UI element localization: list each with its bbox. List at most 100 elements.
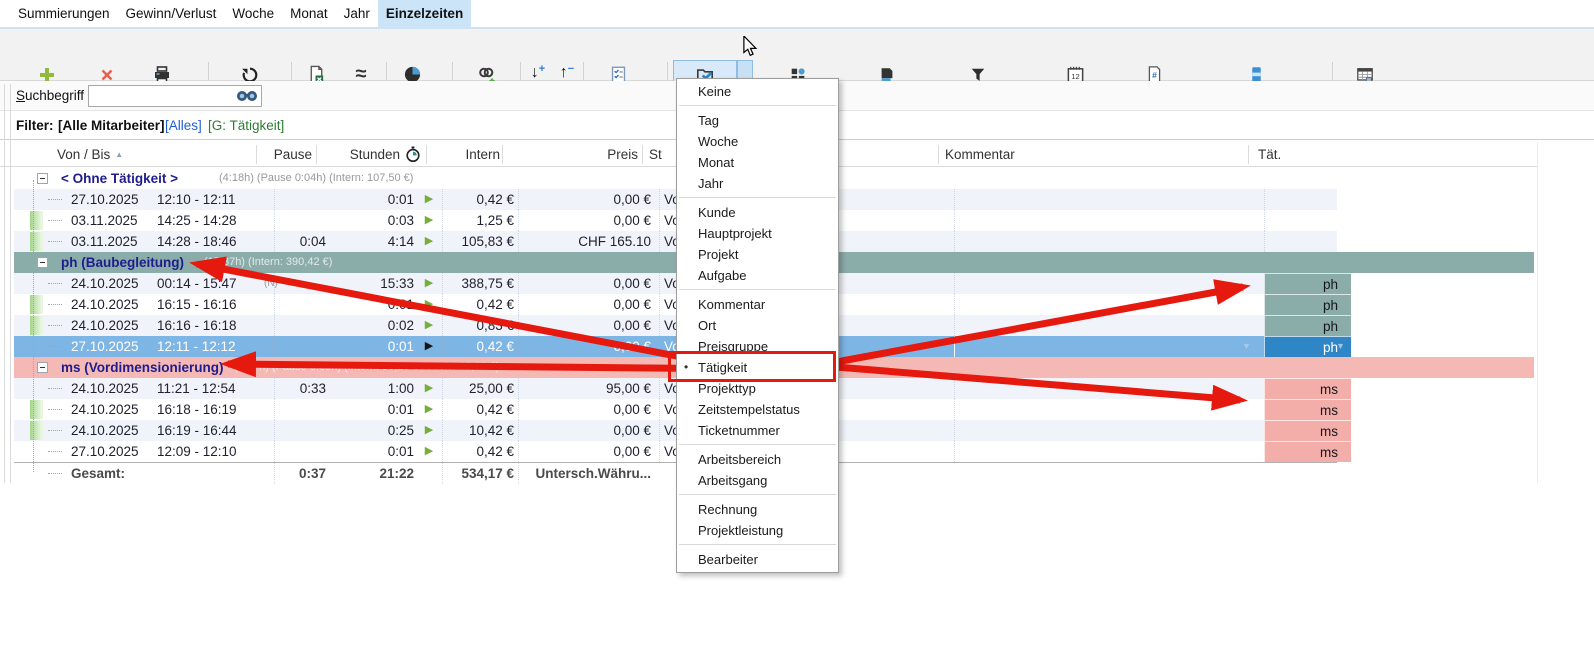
taet-dropdown-icon[interactable]: ▼ xyxy=(1336,336,1345,357)
svg-text:12: 12 xyxy=(1071,72,1079,81)
menu-item-ticketnummer[interactable]: Ticketnummer xyxy=(677,420,838,441)
menu-separator xyxy=(679,444,836,445)
cell-taet xyxy=(1264,189,1351,210)
menu-item-taetigkeit[interactable]: •Tätigkeit xyxy=(677,357,838,378)
menu-item-keine[interactable]: Keine xyxy=(677,81,838,102)
menu-item-arbeitsbereich[interactable]: Arbeitsbereich xyxy=(677,449,838,470)
panel-edge-line xyxy=(4,84,5,483)
group-summary: (4:18h) (Pause 0:04h) (Intern: 107,50 €) xyxy=(219,168,413,189)
menu-item-monat[interactable]: Monat xyxy=(677,152,838,173)
menu-einzelzeiten[interactable]: Einzelzeiten xyxy=(378,0,471,27)
col-kommentar[interactable]: Kommentar xyxy=(945,142,1015,167)
play-icon: ▶ xyxy=(420,189,438,210)
cell-taet xyxy=(1264,231,1351,252)
menu-item-bearbeiter[interactable]: Bearbeiter xyxy=(677,549,838,570)
cell-stunden: 0:01 xyxy=(332,336,414,357)
cell-stunden: 15:33 xyxy=(332,273,414,294)
cell-intern: 0,42 € xyxy=(442,399,518,420)
menu-item-kunde[interactable]: Kunde xyxy=(677,202,838,223)
cell-kommentar xyxy=(954,189,1264,210)
sort-asc-icon: ▲ xyxy=(115,150,123,159)
menu-item-projekt[interactable]: Projekt xyxy=(677,244,838,265)
cell-preis: 0,00 € xyxy=(518,294,652,315)
cell-time: 16:16 - 16:18 xyxy=(157,315,237,336)
group-summary: (15:37h) (Intern: 390,42 €) xyxy=(204,252,332,273)
cell-intern: 388,75 € xyxy=(442,273,518,294)
cell-preis: CHF 165.10 xyxy=(518,231,652,252)
cell-time: 11:21 - 12:54 xyxy=(157,378,236,399)
cell-time: 00:14 - 15:47 xyxy=(157,273,237,294)
collapse-icon[interactable] xyxy=(37,362,48,373)
cell-pause xyxy=(274,189,326,210)
cell-preis: 0,00 € xyxy=(518,336,652,357)
menu-item-kommentar[interactable]: Kommentar xyxy=(677,294,838,315)
filter-employee[interactable]: [Alle Mitarbeiter] xyxy=(58,118,165,133)
cell-intern: 105,83 € xyxy=(442,231,518,252)
sync-indicator xyxy=(30,400,43,419)
cell-pause xyxy=(274,336,326,357)
menu-item-jahr[interactable]: Jahr xyxy=(677,173,838,194)
cell-stunden: 4:14 xyxy=(332,231,414,252)
menu-item-tag[interactable]: Tag xyxy=(677,110,838,131)
cell-preis: 0,00 € xyxy=(518,420,652,441)
menu-woche[interactable]: Woche xyxy=(224,0,282,27)
menu-item-arbeitsgang[interactable]: Arbeitsgang xyxy=(677,470,838,491)
menu-item-woche[interactable]: Woche xyxy=(677,131,838,152)
cell-pause xyxy=(274,210,326,231)
stopwatch-icon xyxy=(405,146,421,166)
menu-gewinn-verlust[interactable]: Gewinn/Verlust xyxy=(118,0,225,27)
col-von-bis[interactable]: Von / Bis▲ xyxy=(57,142,123,167)
filter-grouping[interactable]: [G: Tätigkeit] xyxy=(208,118,284,133)
filter-label: Filter: xyxy=(16,118,54,133)
cell-preis: 0,00 € xyxy=(518,273,652,294)
cell-kommentar xyxy=(954,336,1264,357)
cell-intern: 0,42 € xyxy=(442,336,518,357)
menu-monat[interactable]: Monat xyxy=(282,0,336,27)
collapse-icon[interactable] xyxy=(37,257,48,268)
cell-time: 14:28 - 18:46 xyxy=(157,231,237,252)
play-icon: ▶ xyxy=(420,210,438,231)
header-separator xyxy=(502,145,503,164)
group-title: ph (Baubegleitung) xyxy=(61,252,184,273)
menu-item-hauptprojekt[interactable]: Hauptprojekt xyxy=(677,223,838,244)
col-taet[interactable]: Tät. xyxy=(1258,142,1281,167)
menu-item-ort[interactable]: Ort xyxy=(677,315,838,336)
total-stunden: 21:22 xyxy=(332,463,414,484)
binoculars-icon[interactable] xyxy=(236,89,258,106)
cell-date: 24.10.2025 xyxy=(71,315,155,336)
table-edge-line xyxy=(1537,142,1538,483)
header-separator xyxy=(316,145,317,164)
menu-separator xyxy=(679,105,836,106)
cell-kommentar xyxy=(954,315,1264,336)
menu-item-projekttyp[interactable]: Projekttyp xyxy=(677,378,838,399)
col-stunden[interactable]: Stunden xyxy=(318,142,400,167)
cell-kommentar xyxy=(954,210,1264,231)
col-pause[interactable]: Pause xyxy=(260,142,312,167)
filter-scope[interactable]: [Alles] xyxy=(165,118,202,133)
menu-jahr[interactable]: Jahr xyxy=(336,0,378,27)
collapse-icon[interactable] xyxy=(37,173,48,184)
cell-time: 12:10 - 12:11 xyxy=(157,189,236,210)
cell-pause xyxy=(274,315,326,336)
menu-item-rechnung[interactable]: Rechnung xyxy=(677,499,838,520)
col-preis[interactable]: Preis xyxy=(504,142,638,167)
menu-item-projektleistung[interactable]: Projektleistung xyxy=(677,520,838,541)
header-separator xyxy=(1248,145,1249,164)
kommentar-dropdown-icon[interactable]: ▼ xyxy=(1242,336,1251,357)
toolbar: Nachtrag Löschen Drucken Aktualisieren E… xyxy=(0,29,1594,81)
col-intern[interactable]: Intern xyxy=(428,142,500,167)
menu-summierungen[interactable]: Summierungen xyxy=(10,0,118,27)
cell-stunden: 1:00 xyxy=(332,378,414,399)
menu-item-aufgabe[interactable]: Aufgabe xyxy=(677,265,838,286)
cell-date: 24.10.2025 xyxy=(71,273,155,294)
menu-item-zeitstempelstatus[interactable]: Zeitstempelstatus xyxy=(677,399,838,420)
cell-intern: 25,00 € xyxy=(442,378,518,399)
cell-date: 24.10.2025 xyxy=(71,378,155,399)
cell-pause: 0:33 xyxy=(274,378,326,399)
panel-edge-line xyxy=(10,84,11,483)
menu-item-preisgruppe[interactable]: Preisgruppe xyxy=(677,336,838,357)
group-title: < Ohne Tätigkeit > xyxy=(61,168,178,189)
col-status[interactable]: St xyxy=(649,142,662,167)
header-separator xyxy=(256,145,257,164)
cell-date: 03.11.2025 xyxy=(71,231,155,252)
